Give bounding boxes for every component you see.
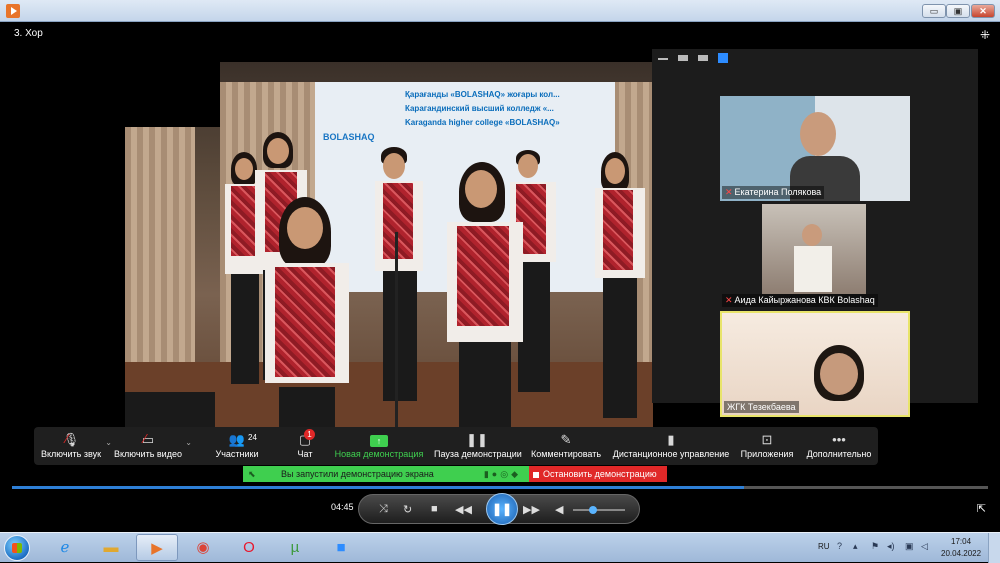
utorrent-icon[interactable]: µ — [274, 534, 316, 561]
minimize-view-icon[interactable] — [658, 58, 668, 60]
switch-to-library-icon[interactable]: ⇱ — [977, 502, 986, 515]
chat-button[interactable]: ▢ 1 Чат — [290, 429, 320, 463]
clock-date[interactable]: 20.04.2022 — [941, 549, 981, 558]
volume-icon[interactable]: ◀ — [555, 503, 563, 516]
pause-icon: ❚❚ — [466, 432, 488, 447]
volume-tray-icon[interactable]: ◁ — [921, 541, 928, 552]
microphone-stand — [395, 232, 398, 442]
pause-share-button[interactable]: ❚❚ Пауза демонстрации — [434, 431, 522, 463]
file-explorer-icon[interactable]: ▬ — [90, 534, 132, 561]
participant-face — [800, 112, 836, 156]
participant-name-label: ✕ Аида Кайыржанова КВК Bolashaq — [722, 294, 878, 307]
strip-view-icon[interactable] — [698, 55, 708, 61]
pause-button[interactable]: ❚❚ — [486, 493, 518, 525]
chrome-icon[interactable]: ◉ — [182, 534, 224, 561]
maximize-button[interactable]: ▣ — [946, 4, 970, 18]
participant-tile[interactable]: ✕ Аида Кайыржанова КВК Bolashaq — [720, 204, 910, 309]
video-off-icon: ▭ ⁄ ⌄ — [141, 431, 192, 447]
chat-icon: ▢ 1 — [290, 429, 320, 449]
muted-mic-icon: ✕ — [725, 187, 733, 197]
show-hidden-icons[interactable]: ▴ — [853, 541, 858, 552]
window-titlebar: ▭ ▣ ✕ — [0, 0, 1000, 22]
participant-video — [762, 204, 866, 294]
new-share-button[interactable]: ↑ Новая демонстрация — [334, 431, 424, 463]
gallery-view-icon[interactable] — [718, 53, 728, 63]
clock-time[interactable]: 17:04 — [951, 537, 971, 546]
video-title: 3. Хор — [14, 28, 43, 39]
share-status-icons[interactable]: ▮●◎◆ — [484, 466, 521, 482]
more-dots-icon: ••• — [832, 432, 846, 447]
internet-explorer-icon[interactable]: ℯ — [44, 534, 86, 561]
start-video-button[interactable]: ▭ ⁄ ⌄ Включить видео — [112, 431, 192, 463]
language-indicator[interactable]: RU — [818, 542, 830, 551]
unmute-button[interactable]: 🎙 ⁄ ⌄ Включить звук — [38, 431, 112, 463]
flag-icon[interactable]: ⚑ — [871, 541, 879, 552]
previous-button[interactable]: ◀◀ — [455, 503, 472, 516]
participants-gallery: ✕ Екатерина Полякова ✕ Аида Кайыржанова КВ… — [652, 49, 978, 417]
help-icon[interactable]: ? — [837, 541, 842, 551]
banner-text: Қарағанды «BOLASHAQ» жоғары кол... Караг… — [405, 90, 560, 127]
windows-taskbar: ℯ ▬ ▶ ◉ O µ ■ RU ? ▴ ⚑ ◂) ▣ ◁ 17:04 20.0… — [0, 532, 1000, 563]
zoom-icon[interactable]: ■ — [320, 534, 362, 561]
chat-badge: 1 — [304, 429, 315, 440]
drag-handle-icon[interactable]: ⬉ — [248, 466, 256, 482]
participant-tile-active-speaker[interactable]: ЖГК Тезекбаева — [720, 311, 910, 417]
muted-mic-icon: ✕ — [725, 295, 733, 305]
stop-share-button[interactable]: Остановить демонстрацию — [529, 466, 667, 482]
seek-bar[interactable] — [12, 486, 988, 489]
show-desktop-button[interactable] — [988, 533, 1000, 563]
volume-slider[interactable] — [573, 506, 625, 514]
close-button[interactable]: ✕ — [971, 4, 995, 18]
dark-overlay — [125, 62, 220, 127]
stop-button[interactable]: ■ — [431, 503, 438, 515]
apps-icon: ⊡ — [761, 432, 773, 447]
more-button[interactable]: ••• Дополнительно — [806, 431, 872, 463]
speaker-view-icon[interactable] — [678, 55, 688, 61]
muted-mic-icon: 🎙 ⁄ ⌄ — [62, 431, 112, 447]
start-button[interactable] — [4, 535, 30, 561]
pencil-icon: ✎ — [560, 432, 572, 447]
speaker-icon[interactable]: ◂) — [887, 541, 895, 552]
zoom-meeting-toolbar: 🎙 ⁄ ⌄ Включить звук ▭ ⁄ ⌄ Включить видео 👥 24… — [34, 427, 878, 465]
volume-knob[interactable] — [588, 506, 597, 514]
apps-button[interactable]: ⊡ Приложения — [740, 431, 794, 463]
seek-bar-fill — [12, 486, 744, 489]
participant-name-label: ЖГК Тезекбаева — [724, 401, 799, 413]
playback-time: 04:45 — [331, 502, 354, 512]
participants-button[interactable]: 👥 24 Участники — [210, 431, 264, 463]
minimize-button[interactable]: ▭ — [922, 4, 946, 18]
mouse-icon: ▮ — [667, 432, 675, 447]
video-viewer: 3. Хор ⁜ Қарағанды «BOLASHAQ» жоғары кол… — [0, 22, 1000, 532]
banner-logo: BOLASHAQ — [323, 132, 375, 142]
opera-icon[interactable]: O — [228, 534, 270, 561]
network-icon[interactable]: ▣ — [905, 541, 914, 552]
view-options-icon[interactable]: ⁜ — [980, 28, 990, 42]
repeat-icon[interactable]: ↻ — [403, 503, 412, 516]
sharing-status-banner[interactable]: ⬉ Вы запустили демонстрацию экрана ▮●◎◆ — [243, 466, 529, 482]
stop-icon — [533, 471, 539, 478]
participants-icon: 👥 24 — [228, 432, 257, 447]
participant-face — [820, 353, 858, 395]
system-tray: RU ? ▴ ⚑ ◂) ▣ ◁ 17:04 20.04.2022 — [815, 533, 1000, 563]
annotate-button[interactable]: ✎ Комментировать — [530, 431, 602, 463]
media-player-icon[interactable]: ▶ — [136, 534, 178, 561]
media-player-app-icon — [6, 4, 20, 18]
share-screen-icon: ↑ — [334, 431, 424, 449]
participant-name-label: ✕ Екатерина Полякова — [722, 186, 825, 199]
shuffle-icon[interactable]: ⤨ — [379, 503, 388, 516]
next-button[interactable]: ▶▶ — [523, 503, 540, 516]
remote-control-button[interactable]: ▮ Дистанционное управление — [612, 431, 730, 463]
player-controls: ⤨ ↻ ■ ◀◀ ❚❚ ▶▶ ◀ — [358, 493, 640, 525]
participant-tile[interactable]: ✕ Екатерина Полякова — [720, 96, 910, 201]
